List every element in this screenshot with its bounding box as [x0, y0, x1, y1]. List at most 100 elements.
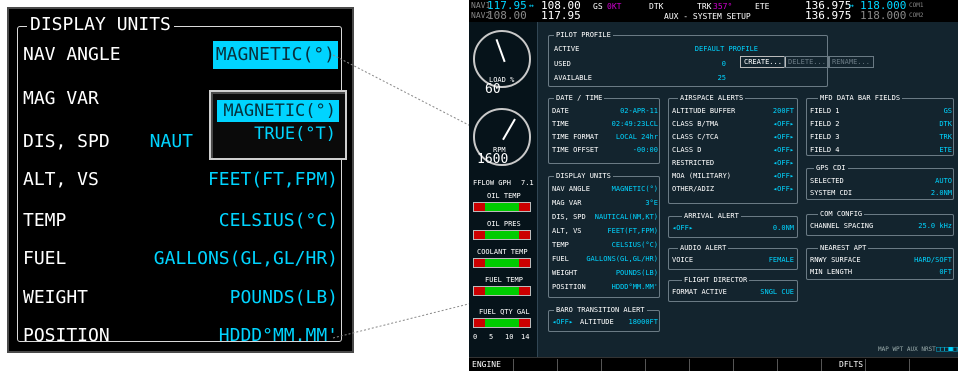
page-dots-indicator: □□□■□□	[936, 345, 958, 353]
setting-row-nav-angle[interactable]: NAV ANGLE MAGNETIC(°)	[23, 41, 338, 69]
softkey-divider	[645, 359, 646, 371]
delete-profile-button[interactable]: DELETE...	[784, 56, 830, 68]
rnwy-surface-value[interactable]: HARD/SOFT	[914, 256, 952, 264]
fuel-qty-bar	[473, 318, 531, 328]
other-adiz-label: OTHER/ADIZ	[672, 185, 715, 193]
du-alt-vs-value[interactable]: FEET(FT,FPM)	[607, 227, 658, 235]
baro-altitude-value[interactable]: 18000FT	[628, 318, 658, 326]
available-label: AVAILABLE	[554, 74, 592, 82]
popup-option-magnetic[interactable]: MAGNETIC(°)	[217, 100, 339, 122]
popup-option-true[interactable]: TRUE(°T)	[217, 123, 339, 145]
du-position-label: POSITION	[552, 283, 586, 291]
field-3-label: FIELD 3	[810, 133, 840, 141]
class-d-label: CLASS D	[672, 146, 702, 154]
du-dis-spd-value[interactable]: NAUTICAL(NM,KT)	[595, 213, 658, 221]
time-offset-value[interactable]: -00:00	[633, 146, 658, 154]
fflow-label: FFLOW GPH	[473, 179, 511, 187]
field-2-value[interactable]: DTK	[939, 120, 952, 128]
altitude-buffer-value[interactable]: 200FT	[773, 107, 794, 115]
nearest-apt-title: NEAREST APT	[818, 244, 869, 252]
nav2-standby-freq[interactable]: 117.95	[541, 9, 581, 22]
class-d-value[interactable]: ◂OFF▸	[773, 146, 794, 154]
field-2-label: FIELD 2	[810, 120, 840, 128]
rnwy-surface-label: RNWY SURFACE	[810, 256, 861, 264]
nav-angle-popup-menu[interactable]: MAGNETIC(°) TRUE(°T)	[209, 90, 347, 160]
moa-value[interactable]: ◂OFF▸	[773, 172, 794, 180]
du-temp-value[interactable]: CELSIUS(°C)	[612, 241, 658, 249]
time-offset-label: TIME OFFSET	[552, 146, 599, 154]
dtk-label: DTK	[649, 2, 664, 11]
baro-transition-state[interactable]: ◂OFF▸	[552, 318, 573, 326]
setting-row-temp[interactable]: TEMP CELSIUS(°C)	[23, 207, 338, 235]
setting-row-weight[interactable]: WEIGHT POUNDS(LB)	[23, 284, 338, 312]
pilot-profile-title: PILOT PROFILE	[554, 31, 613, 39]
field-1-value[interactable]: GS	[944, 107, 952, 115]
airspace-alerts-title: AIRSPACE ALERTS	[678, 94, 746, 102]
class-c-value[interactable]: ◂OFF▸	[773, 133, 794, 141]
create-profile-button[interactable]: CREATE...	[740, 56, 786, 68]
nav1-swap-icon[interactable]: ↔	[529, 1, 534, 10]
com2-label: COM2	[909, 12, 924, 19]
nav-angle-label: NAV ANGLE	[23, 44, 121, 65]
class-b-value[interactable]: ◂OFF▸	[773, 120, 794, 128]
audio-alert-title: AUDIO ALERT	[678, 244, 729, 252]
softkey-divider	[689, 359, 690, 371]
du-fuel-value[interactable]: GALLONS(GL,GL/HR)	[586, 255, 658, 263]
nav-angle-value[interactable]: MAGNETIC(°)	[212, 41, 338, 69]
position-label: POSITION	[23, 325, 110, 346]
arrival-alert-state[interactable]: ◂OFF▸	[672, 224, 693, 232]
nav2-active-freq[interactable]: 108.00	[487, 9, 527, 22]
baro-altitude-label: ALTITUDE	[580, 318, 614, 326]
field-4-value[interactable]: ETE	[939, 146, 952, 154]
oil-pres-bar	[473, 230, 531, 240]
weight-value[interactable]: POUNDS(LB)	[230, 284, 338, 312]
position-value[interactable]: HDDD°MM.MM'	[219, 322, 338, 350]
softkey-divider	[733, 359, 734, 371]
du-mag-var-label: MAG VAR	[552, 199, 582, 207]
active-profile-value[interactable]: DEFAULT PROFILE	[695, 45, 758, 53]
rename-profile-button[interactable]: RENAME...	[828, 56, 874, 68]
class-c-label: CLASS C/TCA	[672, 133, 719, 141]
restricted-value[interactable]: ◂OFF▸	[773, 159, 794, 167]
channel-spacing-label: CHANNEL SPACING	[810, 222, 874, 230]
engine-softkey[interactable]: ENGINE	[472, 360, 501, 369]
du-fuel-label: FUEL	[552, 255, 569, 263]
dflts-softkey[interactable]: DFLTS	[839, 360, 863, 369]
setting-row-alt-vs[interactable]: ALT, VS FEET(FT,FPM)	[23, 166, 338, 194]
alt-vs-value[interactable]: FEET(FT,FPM)	[208, 166, 338, 194]
setting-row-fuel[interactable]: FUEL GALLONS(GL,GL/HR)	[23, 245, 338, 273]
fuel-value[interactable]: GALLONS(GL,GL/HR)	[154, 245, 338, 273]
system-cdi-value: 2.0NM	[930, 189, 952, 197]
system-cdi-label: SYSTEM CDI	[810, 189, 853, 197]
date-label: DATE	[552, 107, 569, 115]
trk-label: TRK	[697, 2, 712, 11]
baro-transition-title: BARO TRANSITION ALERT	[554, 306, 647, 314]
mfd-screen: NAV1 117.95 ↔ 108.00 NAV2 108.00 117.95 …	[469, 0, 958, 371]
du-weight-value[interactable]: POUNDS(LB)	[616, 269, 658, 277]
rpm-value: 1600	[477, 152, 509, 167]
time-format-value[interactable]: LOCAL 24hr	[616, 133, 658, 141]
dis-spd-value[interactable]: NAUT	[150, 128, 193, 156]
du-position-value[interactable]: HDDD°MM.MM'	[612, 283, 658, 291]
other-adiz-value[interactable]: ◂OFF▸	[773, 185, 794, 193]
com2-active-freq[interactable]: 136.975	[805, 9, 851, 22]
gs-value: 0KT	[607, 2, 622, 11]
setting-row-position[interactable]: POSITION HDDD°MM.MM'	[23, 322, 338, 350]
cdi-selected-label: SELECTED	[810, 177, 844, 185]
cdi-selected-value[interactable]: AUTO	[935, 177, 952, 185]
temp-value[interactable]: CELSIUS(°C)	[219, 207, 338, 235]
min-length-value[interactable]: 0FT	[939, 268, 952, 276]
com2-standby-freq[interactable]: 118.000	[860, 9, 906, 22]
class-b-label: CLASS B/TMA	[672, 120, 719, 128]
channel-spacing-value[interactable]: 25.0 kHz	[918, 222, 952, 230]
display-units-group	[548, 176, 660, 298]
du-nav-angle-value[interactable]: MAGNETIC(°)	[612, 185, 658, 193]
aux-system-setup-page: PILOT PROFILE ACTIVE DEFAULT PROFILE USE…	[538, 22, 958, 357]
date-value[interactable]: 02-APR-11	[620, 107, 658, 115]
format-active-label: FORMAT ACTIVE	[672, 288, 727, 296]
arrival-alert-value[interactable]: 0.0NM	[773, 224, 794, 232]
field-3-value[interactable]: TRK	[939, 133, 952, 141]
alt-vs-label: ALT, VS	[23, 169, 99, 190]
format-active-value[interactable]: SNGL CUE	[760, 288, 794, 296]
voice-value[interactable]: FEMALE	[769, 256, 794, 264]
